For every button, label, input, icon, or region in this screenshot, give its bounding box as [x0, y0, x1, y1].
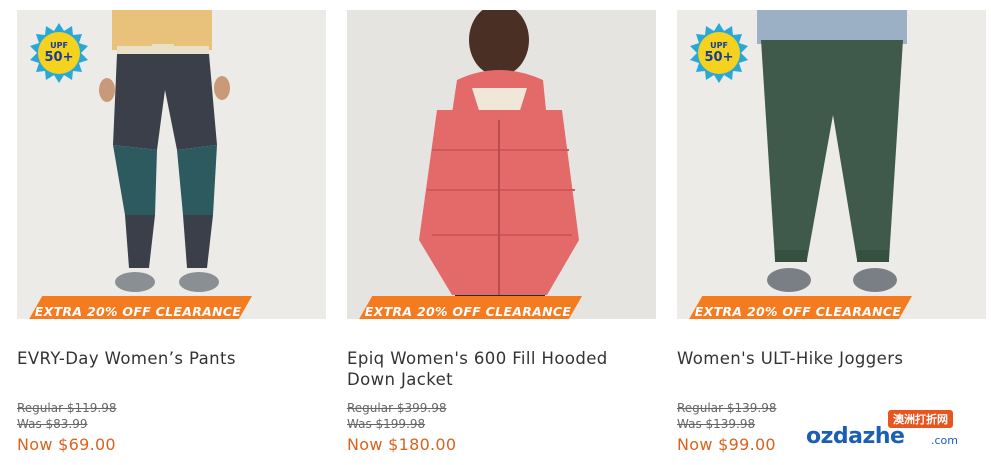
clearance-badge: EXTRA 20% OFF CLEARANCE: [684, 296, 912, 319]
was-price: Was $199.98: [347, 417, 426, 431]
regular-price: Regular $399.98: [347, 401, 447, 415]
product-card[interactable]: UPF 50+ EXTRA 20% OFF CLEARANCE EVRY-Day…: [17, 10, 326, 460]
product-image-link[interactable]: UPF 50+ EXTRA 20% OFF CLEARANCE: [677, 10, 986, 319]
product-title-line1[interactable]: Women's ULT-Hike Joggers: [677, 349, 903, 368]
product-image-link[interactable]: EXTRA 20% OFF CLEARANCE: [347, 10, 656, 319]
upf-label-line2: 50+: [44, 50, 74, 65]
watermark-suffix: .com: [931, 434, 958, 447]
product-card[interactable]: UPF 50+ EXTRA 20% OFF CLEARANCE Women's …: [677, 10, 986, 460]
now-price: Now $180.00: [347, 435, 457, 454]
product-title[interactable]: Women's ULT-Hike Joggers: [677, 348, 977, 369]
clearance-badge: EXTRA 20% OFF CLEARANCE: [24, 296, 252, 319]
was-price: Was $83.99: [17, 417, 88, 431]
upf-label-line1: UPF: [50, 41, 68, 50]
product-title-line1[interactable]: EVRY-Day Women’s Pants: [17, 349, 236, 368]
clearance-badge: EXTRA 20% OFF CLEARANCE: [354, 296, 582, 319]
upf-label-line2: 50+: [704, 50, 734, 65]
was-price: Was $139.98: [677, 417, 756, 431]
upf-label: UPF 50+: [28, 22, 90, 84]
regular-price: Regular $119.98: [17, 401, 117, 415]
now-price: Now $99.00: [677, 435, 776, 454]
upf-label-line1: UPF: [710, 41, 728, 50]
regular-price: Regular $139.98: [677, 401, 777, 415]
product-title[interactable]: EVRY-Day Women’s Pants: [17, 348, 317, 369]
product-image: [347, 10, 656, 319]
watermark-logo: ozdazhe: [806, 424, 905, 449]
product-title-line2[interactable]: Down Jacket: [347, 369, 647, 390]
product-card[interactable]: EXTRA 20% OFF CLEARANCE Epiq Women's 600…: [347, 10, 656, 460]
product-image-link[interactable]: UPF 50+ EXTRA 20% OFF CLEARANCE: [17, 10, 326, 319]
upf-label: UPF 50+: [688, 22, 750, 84]
product-title-line1[interactable]: Epiq Women's 600 Fill Hooded: [347, 348, 647, 369]
now-price: Now $69.00: [17, 435, 116, 454]
product-grid: UPF 50+ EXTRA 20% OFF CLEARANCE EVRY-Day…: [0, 0, 991, 465]
product-title[interactable]: Epiq Women's 600 Fill Hooded Down Jacket: [347, 348, 647, 390]
